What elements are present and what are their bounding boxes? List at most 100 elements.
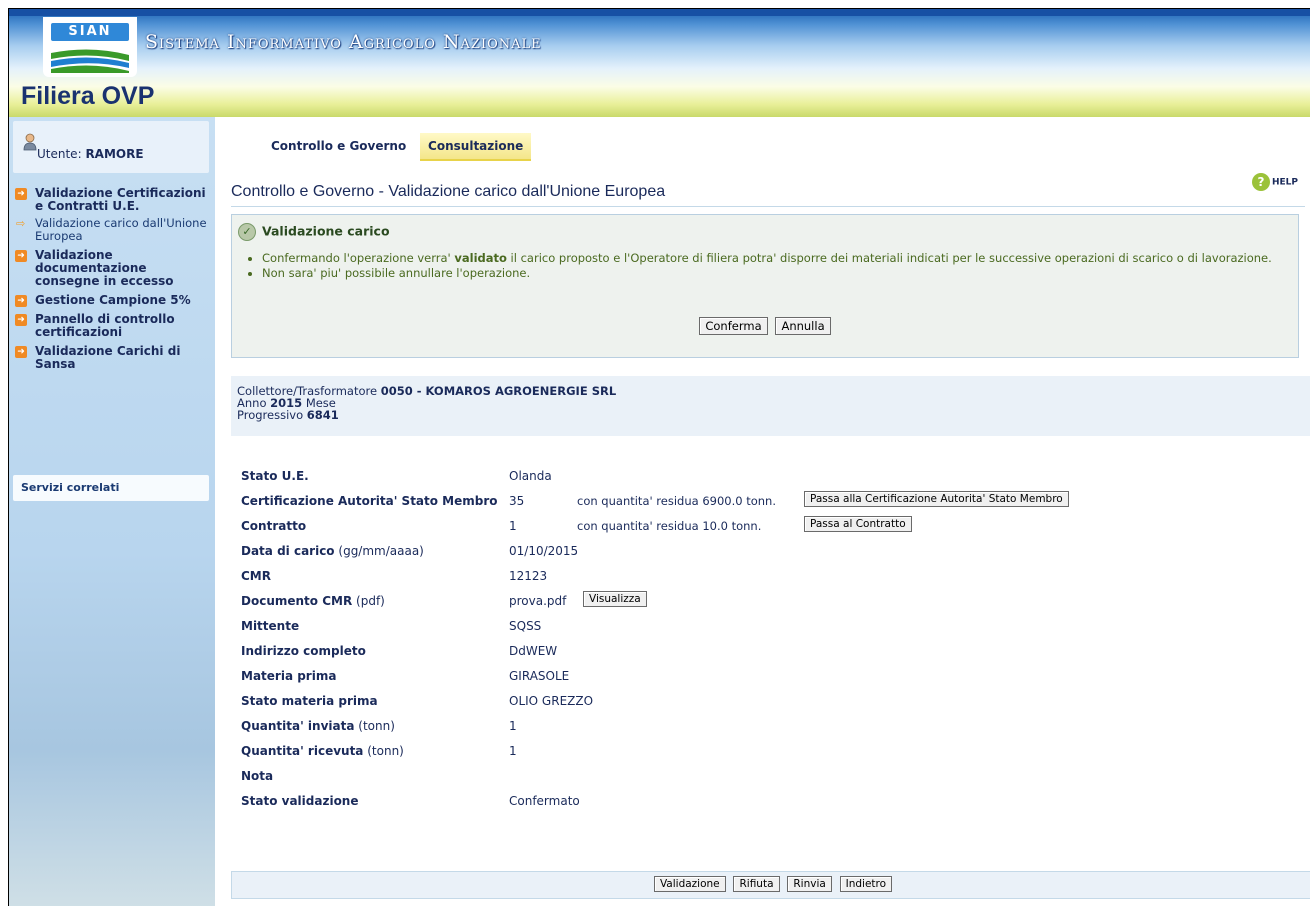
arrow-right-icon: ➜: [15, 314, 27, 326]
detail-row-cmr: CMR 12123: [231, 569, 1310, 589]
sidebar-item-label: Validazione Certificazioni e Contratti U…: [35, 186, 206, 213]
sidebar-item-validazione-carichi-sansa[interactable]: ➜ Validazione Carichi di Sansa: [13, 345, 213, 371]
stato-materia-label-text: Stato materia prima: [241, 694, 378, 708]
detail-row-stato-validazione: Stato validazione Confermato: [231, 794, 1310, 814]
q-ricevuta-label-text: Quantita' ricevuta: [241, 744, 364, 758]
mittente-label-text: Mittente: [241, 619, 300, 633]
footer-buttons: Validazione Rifiuta Rinvia Indietro: [232, 872, 1310, 892]
footer-action-bar: Validazione Rifiuta Rinvia Indietro: [231, 871, 1310, 899]
detail-row-materia-prima: Materia prima GIRASOLE: [231, 669, 1310, 689]
stato-val-label-text: Stato validazione: [241, 794, 359, 808]
data-label-text: Data di carico: [241, 544, 335, 558]
nota-label: Nota: [241, 769, 273, 783]
user-prefix: Utente:: [37, 147, 82, 161]
passa-contratto-button[interactable]: Passa al Contratto: [804, 516, 912, 532]
cert-residual: con quantita' residua 6900.0 tonn.: [577, 494, 777, 508]
sidebar-item-pannello-controllo[interactable]: ➜ Pannello di controllo certificazioni: [13, 313, 213, 339]
annulla-button[interactable]: Annulla: [775, 317, 831, 335]
collector-value: 0050 - KOMAROS AGROENERGIE SRL: [380, 384, 617, 398]
arrow-right-icon: ➜: [15, 188, 27, 200]
detail-row-mittente: Mittente SQSS: [231, 619, 1310, 639]
q-ricevuta-label: Quantita' ricevuta (tonn): [241, 744, 404, 758]
stato-ue-value: Olanda: [509, 469, 552, 483]
doc-label: Documento CMR (pdf): [241, 594, 385, 608]
related-services-label: Servizi correlati: [21, 481, 120, 494]
sidebar-item-label: Validazione documentazione consegne in e…: [35, 248, 174, 288]
detail-row-quantita-inviata: Quantita' inviata (tonn) 1: [231, 719, 1310, 739]
user-label: Utente: RAMORE: [37, 147, 144, 161]
detail-row-quantita-ricevuta: Quantita' ricevuta (tonn) 1: [231, 744, 1310, 764]
tab-controllo-governo[interactable]: Controllo e Governo: [263, 133, 414, 159]
cmr-label: CMR: [241, 569, 271, 583]
collector-info-box: Collettore/Trasformatore 0050 - KOMAROS …: [231, 376, 1310, 436]
contratto-label: Contratto: [241, 519, 306, 533]
tab-consultazione[interactable]: Consultazione: [420, 133, 532, 161]
detail-row-indirizzo: Indirizzo completo DdWEW: [231, 644, 1310, 664]
related-services[interactable]: Servizi correlati: [13, 475, 209, 501]
message-list: Confermando l'operazione verra' validato…: [246, 251, 1302, 281]
sidebar-item-label: Validazione carico dall'Unione Europea: [35, 216, 207, 243]
check-icon: ✓: [238, 223, 256, 241]
user-icon: [23, 133, 37, 151]
stato-materia-label: Stato materia prima: [241, 694, 378, 708]
arrow-right-icon: ➜: [15, 295, 27, 307]
sidebar-item-validazione-certificazioni[interactable]: ➜ Validazione Certificazioni e Contratti…: [13, 187, 213, 213]
doc-value: prova.pdf: [509, 594, 567, 608]
arrow-right-icon: ➜: [15, 250, 27, 262]
mittente-label: Mittente: [241, 619, 299, 633]
sian-logo[interactable]: SIAN: [43, 17, 137, 77]
application-window: SIAN Sistema Informativo Agricolo Nazion…: [8, 8, 1310, 906]
nota-label-text: Nota: [241, 769, 274, 783]
materia-label-text: Materia prima: [241, 669, 337, 683]
indirizzo-label-text: Indirizzo completo: [241, 644, 366, 658]
sidebar-item-gestione-campione[interactable]: ➜ Gestione Campione 5%: [13, 294, 213, 307]
rinvia-button[interactable]: Rinvia: [787, 876, 832, 892]
passa-certificazione-button[interactable]: Passa alla Certificazione Autorita' Stat…: [804, 491, 1069, 507]
stato-ue-label-text: Stato U.E.: [241, 469, 309, 483]
prog-label: Progressivo: [237, 408, 304, 422]
rifiuta-button[interactable]: Rifiuta: [733, 876, 780, 892]
sidebar-item-label: Pannello di controllo certificazioni: [35, 312, 175, 339]
detail-row-stato-ue: Stato U.E. Olanda: [231, 469, 1310, 489]
validazione-button[interactable]: Validazione: [653, 876, 726, 892]
user-box: Utente: RAMORE: [13, 121, 209, 173]
sidebar-item-validazione-documentazione[interactable]: ➜ Validazione documentazione consegne in…: [13, 249, 213, 288]
small-arrow-icon: ⇨: [16, 217, 26, 230]
tab-bar: Controllo e Governo Consultazione: [263, 133, 533, 161]
header-banner: SIAN Sistema Informativo Agricolo Nazion…: [9, 9, 1310, 117]
contratto-label-text: Contratto: [241, 519, 307, 533]
doc-label-text: Documento CMR: [241, 594, 353, 608]
q-ricevuta-value: 1: [509, 744, 517, 758]
sidebar-subitem-validazione-carico[interactable]: ⇨ Validazione carico dall'Unione Europea: [13, 217, 213, 243]
detail-row-stato-materia: Stato materia prima OLIO GREZZO: [231, 694, 1310, 714]
sian-logo-text: SIAN: [51, 23, 129, 41]
q-inviata-label: Quantita' inviata (tonn): [241, 719, 395, 733]
detail-row-certificazione: Certificazione Autorita' Stato Membro 35…: [231, 491, 1310, 514]
cmr-label-text: CMR: [241, 569, 271, 583]
stato-materia-value: OLIO GREZZO: [509, 694, 594, 708]
stato-ue-label: Stato U.E.: [241, 469, 309, 483]
confirmation-message-box: ✓ Validazione carico Confermando l'operaz…: [231, 214, 1299, 358]
message-title: ✓ Validazione carico: [238, 223, 390, 241]
main-content: Controllo e Governo Consultazione ? HELP …: [215, 117, 1310, 906]
data-hint: (gg/mm/aaaa): [338, 544, 424, 558]
sidebar-item-label: Validazione Carichi di Sansa: [35, 344, 181, 371]
sidebar-item-label: Gestione Campione 5%: [35, 293, 191, 307]
message-title-text: Validazione carico: [262, 223, 390, 239]
doc-hint: (pdf): [356, 594, 385, 608]
detail-row-data-carico: Data di carico (gg/mm/aaaa) 01/10/2015: [231, 544, 1310, 564]
prog-value: 6841: [306, 408, 339, 422]
message-buttons: Conferma Annulla: [232, 317, 1298, 335]
system-name: Sistema Informativo Agricolo Nazionale: [145, 31, 542, 53]
conferma-button[interactable]: Conferma: [699, 317, 768, 335]
message-line-2: Non sara' piu' possibile annullare l'ope…: [262, 266, 1302, 280]
indirizzo-label: Indirizzo completo: [241, 644, 366, 658]
detail-row-nota: Nota: [231, 769, 1310, 789]
message-line-1-post: il carico proposto e l'Operatore di fili…: [506, 251, 1272, 265]
header-top-band: [9, 9, 1310, 16]
visualizza-button[interactable]: Visualizza: [583, 591, 647, 607]
indietro-button[interactable]: Indietro: [839, 876, 893, 892]
cert-label-text: Certificazione Autorita' Stato Membro: [241, 494, 498, 508]
message-line-1-pre: Confermando l'operazione verra': [262, 251, 455, 265]
q-inviata-value: 1: [509, 719, 517, 733]
